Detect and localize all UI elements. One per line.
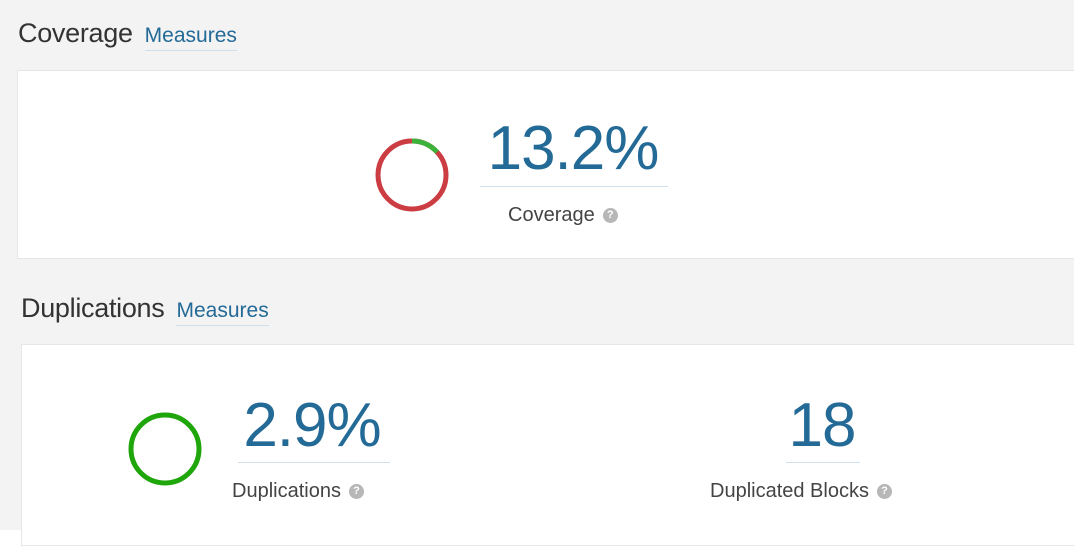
duplications-label: Duplications	[232, 480, 341, 502]
coverage-help-icon[interactable]: ?	[602, 208, 618, 223]
coverage-measures-link[interactable]: Measures	[144, 24, 237, 51]
duplicated-blocks-value-underline	[786, 462, 860, 463]
duplicated-blocks-value[interactable]: 18	[772, 395, 872, 457]
duplications-label-row: Duplications ?	[232, 480, 364, 503]
duplications-value[interactable]: 2.9%	[226, 395, 398, 457]
page: Coverage Measures 13.2% Coverage ? Dupli…	[0, 0, 1074, 546]
coverage-value-underline	[480, 186, 668, 187]
duplicated-blocks-help-icon[interactable]: ?	[876, 484, 892, 499]
duplications-measures-link[interactable]: Measures	[176, 299, 269, 326]
coverage-label-row: Coverage ?	[508, 204, 618, 227]
duplications-help-icon[interactable]: ?	[348, 484, 364, 499]
duplications-title: Duplications	[21, 293, 165, 323]
duplications-value-underline	[238, 462, 390, 463]
coverage-donut-chart	[375, 138, 449, 212]
coverage-header: Coverage Measures	[18, 18, 237, 51]
duplicated-blocks-label: Duplicated Blocks	[710, 480, 869, 502]
coverage-label: Coverage	[508, 204, 595, 226]
duplications-indicator-ring	[128, 412, 202, 486]
duplicated-blocks-label-row: Duplicated Blocks ?	[710, 480, 892, 503]
duplications-indicator-circle	[128, 412, 202, 486]
coverage-value[interactable]: 13.2%	[472, 118, 674, 180]
coverage-title: Coverage	[18, 18, 133, 48]
duplications-header: Duplications Measures	[21, 293, 269, 326]
